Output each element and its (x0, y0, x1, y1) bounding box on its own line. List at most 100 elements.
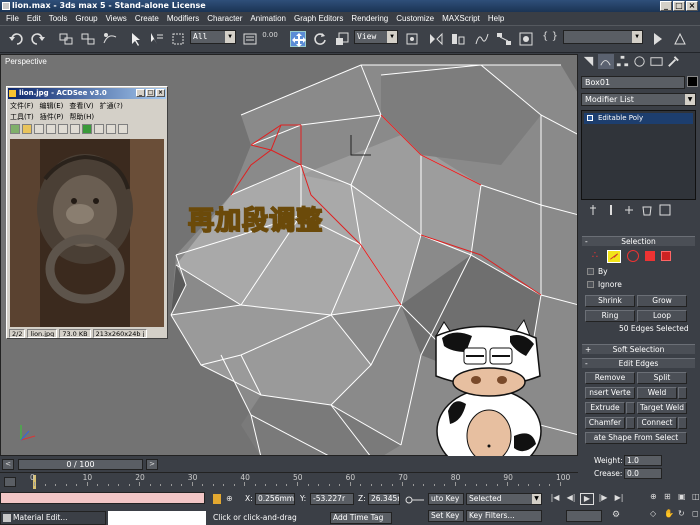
modifier-stack-list[interactable]: Editable Poly (581, 110, 696, 200)
close-button[interactable]: × (686, 1, 698, 11)
arc-rotate-icon[interactable]: ↻ (678, 509, 690, 524)
named-selection-dropdown[interactable]: ▼ (563, 30, 643, 44)
select-object-icon[interactable] (128, 31, 144, 47)
quick-render-icon[interactable] (650, 31, 666, 47)
chevron-right-icon[interactable]: > (146, 459, 158, 470)
menu-views[interactable]: Views (102, 14, 131, 23)
shrink-button[interactable]: Shrink (585, 295, 635, 307)
undo-icon[interactable] (8, 31, 24, 47)
menu-create[interactable]: Create (131, 14, 163, 23)
maximize-button[interactable]: □ (673, 1, 685, 11)
key-selection-dropdown[interactable]: Selected ▼ (466, 493, 542, 505)
vertex-level-icon[interactable]: ∴ (589, 250, 601, 262)
angle-snap-label[interactable]: 0.00 (262, 31, 278, 47)
select-and-scale-icon[interactable] (334, 31, 350, 47)
print-icon[interactable] (70, 124, 80, 134)
selection-rollout-header[interactable]: - Selection (582, 236, 695, 246)
select-and-link-icon[interactable] (58, 31, 74, 47)
target-weld-button[interactable]: Target Weld (637, 402, 687, 414)
taskbar-material-editor[interactable]: Material Edit... (0, 511, 106, 525)
menu-tools[interactable]: Tools (45, 14, 72, 23)
play-icon[interactable]: ▶ (580, 493, 594, 505)
acdsee-menu-help[interactable]: 帮助(H) (69, 112, 94, 122)
border-level-icon[interactable] (627, 250, 639, 262)
zoom-icon[interactable]: ⊕ (650, 492, 662, 507)
grow-button[interactable]: Grow (637, 295, 687, 307)
pan-icon[interactable]: ✋ (664, 509, 676, 524)
make-unique-icon[interactable] (623, 204, 635, 216)
crease-spinner[interactable]: 0.0 (624, 468, 662, 479)
pin-stack-icon[interactable] (587, 204, 599, 216)
modify-tab-icon[interactable] (598, 54, 614, 69)
zoom-extents-all-icon[interactable]: ◫ (692, 492, 700, 507)
mirror-icon[interactable] (428, 31, 444, 47)
set-key-button[interactable]: Set Key (428, 510, 464, 522)
redo-icon[interactable] (30, 31, 46, 47)
ring-button[interactable]: Ring (585, 310, 635, 322)
select-by-name-icon[interactable] (148, 31, 164, 47)
bind-space-warp-icon[interactable] (102, 31, 118, 47)
menu-animation[interactable]: Animation (246, 14, 290, 23)
chamfer-settings-button[interactable] (626, 417, 635, 429)
schematic-view-icon[interactable] (496, 31, 512, 47)
zoom-extents-icon[interactable]: ▣ (678, 492, 690, 507)
polygon-level-icon[interactable] (645, 251, 655, 261)
current-frame-field[interactable] (566, 510, 602, 522)
create-shape-from-selection-button[interactable]: ate Shape From Select (585, 432, 687, 444)
acdsee-minimize-button[interactable]: _ (136, 89, 145, 97)
menu-maxscript[interactable]: MAXScript (438, 14, 484, 23)
chevron-left-icon[interactable]: < (2, 459, 14, 470)
go-to-end-icon[interactable]: ▶| (612, 493, 626, 505)
configure-sets-icon[interactable] (659, 204, 671, 216)
acdsee-title-bar[interactable]: lion.jpg - ACDSee v3.0 _ □ × (8, 88, 166, 99)
chamfer-button[interactable]: Chamfer (585, 417, 625, 429)
script-braces-icon[interactable]: { } (542, 31, 558, 47)
menu-edit[interactable]: Edit (23, 14, 45, 23)
connect-button[interactable]: Connect (637, 417, 677, 429)
rotate-icon[interactable] (82, 124, 92, 134)
open-folder-icon[interactable] (22, 124, 32, 134)
next-frame-icon[interactable]: |▶ (596, 493, 610, 505)
utilities-tab-icon[interactable] (666, 54, 682, 69)
render-scene-icon[interactable] (672, 31, 688, 47)
track-bar[interactable]: 0 10 20 30 40 50 60 70 80 90 100 (0, 472, 578, 490)
split-button[interactable]: Split (637, 372, 687, 384)
acdsee-menu-tools[interactable]: 工具(T) (10, 112, 34, 122)
acdsee-maximize-button[interactable]: □ (146, 89, 155, 97)
weld-settings-button[interactable] (678, 387, 687, 399)
modifier-list-dropdown[interactable]: Modifier List ▼ (581, 93, 696, 106)
select-from-scene-icon[interactable] (242, 31, 258, 47)
material-editor-icon[interactable] (518, 31, 534, 47)
acdsee-menu-edit[interactable]: 编辑(E) (40, 101, 64, 111)
minimize-button[interactable]: _ (660, 1, 672, 11)
menu-character[interactable]: Character (203, 14, 246, 23)
object-name-field[interactable]: Box01 (581, 76, 685, 89)
menu-help[interactable]: Help (484, 14, 508, 23)
zoom-all-icon[interactable]: ⊞ (664, 492, 676, 507)
viewport-label[interactable]: Perspective (5, 57, 47, 66)
lock-selection-icon[interactable] (213, 494, 221, 504)
show-end-result-icon[interactable] (605, 204, 617, 216)
weld-button[interactable]: Weld (637, 387, 677, 399)
menu-modifiers[interactable]: Modifiers (163, 14, 203, 23)
z-coord-field[interactable]: 26.345r (368, 493, 400, 505)
zoom-fit-icon[interactable] (118, 124, 128, 134)
browse-icon[interactable] (10, 124, 20, 134)
connect-settings-button[interactable] (678, 417, 687, 429)
time-configuration-icon[interactable]: ⚙ (612, 510, 624, 522)
fullscreen-icon[interactable] (46, 124, 56, 134)
remove-modifier-icon[interactable] (641, 204, 653, 216)
object-color-swatch[interactable] (687, 76, 698, 87)
menu-group[interactable]: Group (71, 14, 101, 23)
region-select-icon[interactable] (170, 31, 186, 47)
key-mode-icon[interactable] (405, 496, 425, 504)
key-filters-button[interactable]: Key Filters... (466, 510, 542, 522)
zoom-out-icon[interactable] (94, 124, 104, 134)
auto-key-button[interactable]: uto Key (428, 493, 464, 505)
hierarchy-tab-icon[interactable] (615, 54, 631, 69)
select-and-rotate-icon[interactable] (312, 31, 328, 47)
motion-tab-icon[interactable] (632, 54, 648, 69)
previous-frame-icon[interactable]: ◀| (564, 493, 578, 505)
menu-customize[interactable]: Customize (392, 14, 438, 23)
acdsee-menu-view[interactable]: 查看(V) (69, 101, 93, 111)
